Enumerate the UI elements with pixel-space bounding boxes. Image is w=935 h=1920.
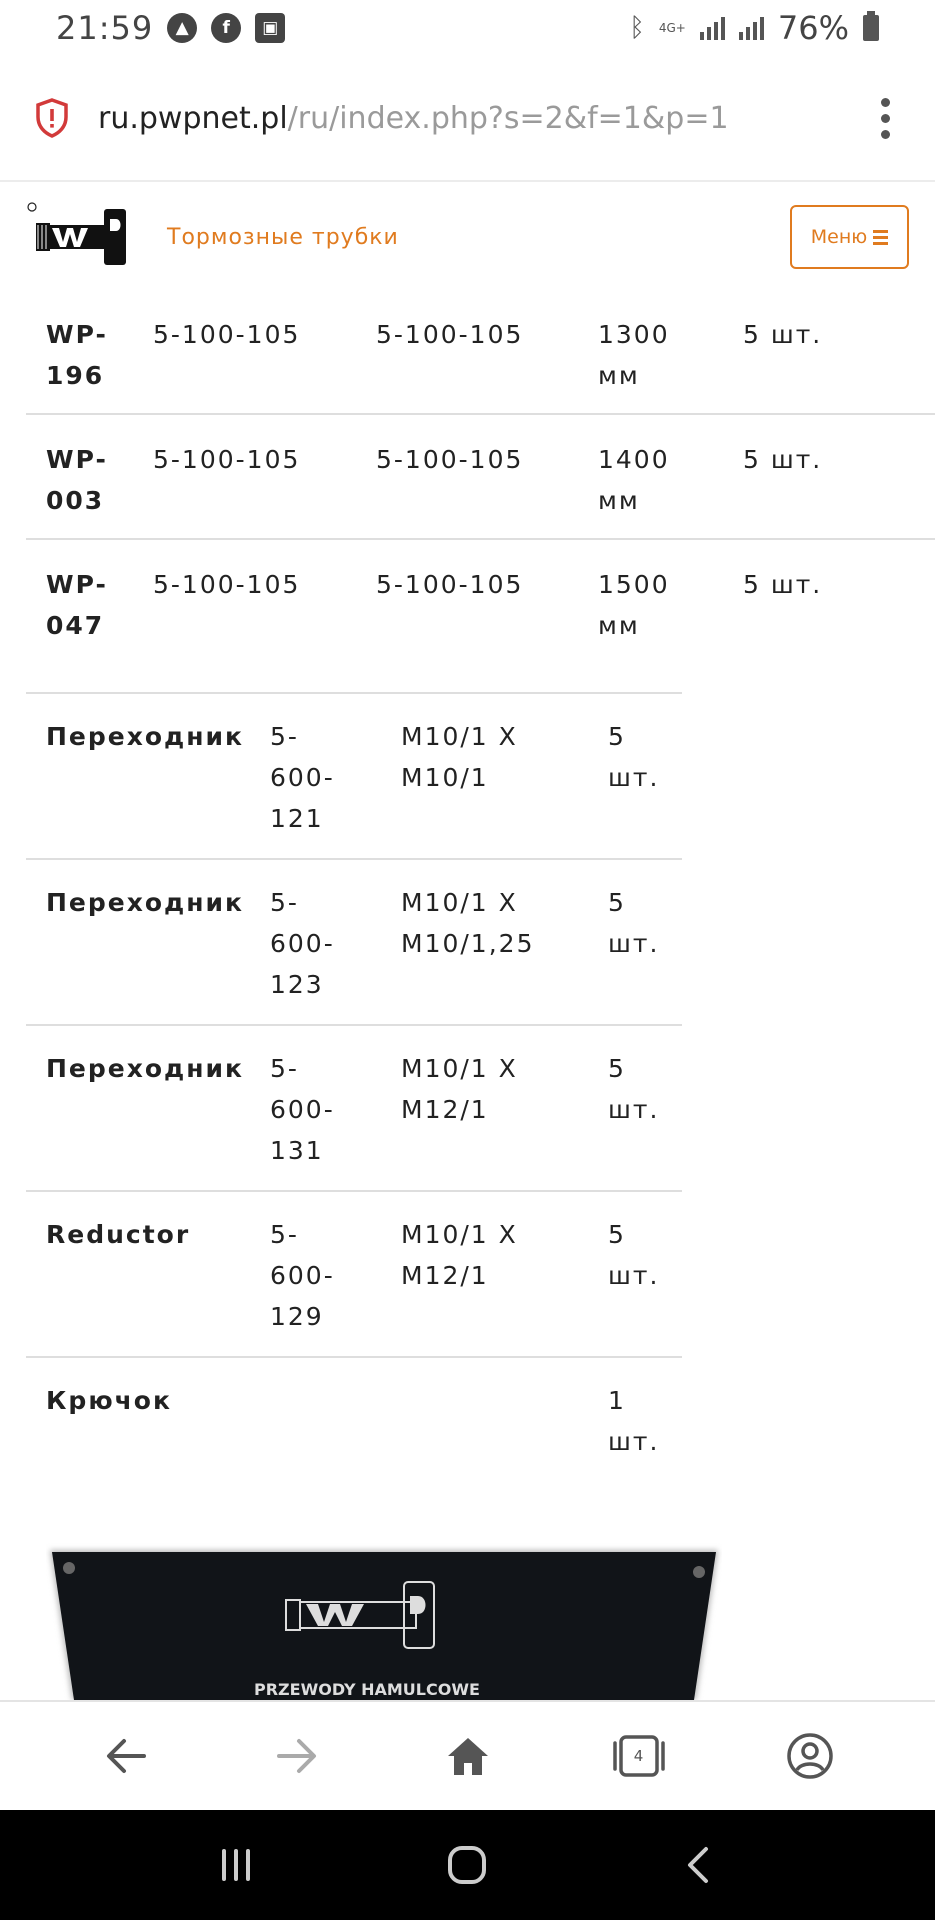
battery-percent: 76%	[777, 9, 849, 47]
adapter-table: Переходник 5- 600- 121 M10/1 X M10/1 5 ш…	[26, 692, 682, 1496]
tabs-icon[interactable]: 4	[604, 1721, 674, 1791]
quantity: 1 шт.	[608, 1386, 660, 1456]
length: 1400 мм	[598, 445, 670, 515]
item-name: Переходник	[46, 888, 244, 917]
part-number-2: 5-100-105	[376, 570, 524, 599]
more-options-icon[interactable]	[865, 88, 905, 148]
system-back-icon[interactable]	[664, 1830, 734, 1900]
address-bar[interactable]: ru.pwpnet.pl/ru/index.php?s=2&f=1&p=1	[0, 56, 935, 182]
wp-logo[interactable]	[26, 197, 141, 277]
item-name: Переходник	[46, 722, 244, 751]
quantity: 5 шт.	[743, 445, 823, 474]
home-icon[interactable]	[433, 1721, 503, 1791]
url-text[interactable]: ru.pwpnet.pl/ru/index.php?s=2&f=1&p=1	[98, 101, 865, 136]
bluetooth-icon: ᛒ	[629, 13, 645, 43]
site-title: Тормозные трубки	[167, 224, 399, 250]
signal-icon-2	[738, 16, 764, 40]
table-row: Reductor 5- 600- 129 M10/1 X M12/1 5 шт.	[26, 1190, 682, 1356]
thread-spec: M10/1 X M10/1	[401, 722, 518, 792]
part-number-2: 5-100-105	[376, 320, 524, 349]
back-icon[interactable]	[91, 1721, 161, 1791]
quantity: 5 шт.	[608, 888, 660, 958]
item-name: Reductor	[46, 1220, 191, 1249]
quantity: 5 шт.	[608, 722, 660, 792]
signal-icon	[699, 16, 725, 40]
clock: 21:59	[56, 9, 154, 47]
maps-icon: ▲	[167, 13, 198, 43]
browser-toolbar: 4	[0, 1700, 935, 1810]
table-row: Крючок 1 шт.	[26, 1356, 682, 1496]
product-code: WP- 047	[46, 570, 108, 640]
thread-spec: M10/1 X M10/1,25	[401, 888, 535, 958]
tab-count: 4	[633, 1747, 644, 1765]
url-path: /ru/index.php?s=2&f=1&p=1	[287, 100, 729, 136]
status-left: 21:59 ▲ f ▣	[56, 9, 286, 47]
quantity: 5 шт.	[608, 1220, 660, 1290]
part-number: 5-100-105	[153, 320, 301, 349]
item-code: 5- 600- 129	[270, 1220, 335, 1331]
length: 1500 мм	[598, 570, 670, 640]
menu-button-label: Меню	[810, 226, 868, 248]
quantity: 5 шт.	[743, 570, 823, 599]
table-row: Переходник 5- 600- 121 M10/1 X M10/1 5 ш…	[26, 692, 682, 858]
product-photo: PRZEWODY HAMULCOWE	[46, 1530, 722, 1700]
photo-caption: PRZEWODY HAMULCOWE	[254, 1680, 480, 1699]
menu-button[interactable]: Меню	[790, 205, 909, 269]
pipe-table: WP- 196 5-100-105 5-100-105 1300 мм 5 шт…	[26, 290, 935, 690]
gallery-icon: ▣	[255, 13, 286, 43]
url-host: ru.pwpnet.pl	[98, 100, 288, 136]
part-number-2: 5-100-105	[376, 445, 524, 474]
screen: 21:59 ▲ f ▣ ᛒ 4G+ 76% ru.pwpnet.pl/ru/in…	[0, 0, 935, 1920]
site-header: Тормозные трубки Меню	[0, 184, 935, 290]
length: 1300 мм	[598, 320, 670, 390]
quantity: 5 шт.	[743, 320, 823, 349]
quantity: 5 шт.	[608, 1054, 660, 1124]
product-code: WP- 196	[46, 320, 108, 390]
table-row: WP- 196 5-100-105 5-100-105 1300 мм 5 шт…	[26, 290, 935, 415]
table-row: Переходник 5- 600- 123 M10/1 X M10/1,25 …	[26, 858, 682, 1024]
table-row: Переходник 5- 600- 131 M10/1 X M12/1 5 ш…	[26, 1024, 682, 1190]
product-code: WP- 003	[46, 445, 108, 515]
home-button-icon[interactable]	[432, 1830, 502, 1900]
status-right: ᛒ 4G+ 76%	[629, 9, 879, 47]
item-code: 5- 600- 121	[270, 722, 335, 833]
facebook-icon: f	[211, 13, 242, 43]
security-warning-icon[interactable]	[30, 96, 74, 140]
table-row: WP- 047 5-100-105 5-100-105 1500 мм 5 шт…	[26, 540, 935, 690]
part-number: 5-100-105	[153, 445, 301, 474]
item-code: 5- 600- 131	[270, 1054, 335, 1165]
item-name: Крючок	[46, 1386, 172, 1415]
status-bar: 21:59 ▲ f ▣ ᛒ 4G+ 76%	[0, 0, 935, 56]
hamburger-icon	[873, 229, 889, 245]
item-code: 5- 600- 123	[270, 888, 335, 999]
recent-apps-icon[interactable]	[201, 1830, 271, 1900]
battery-icon	[863, 11, 879, 41]
thread-spec: M10/1 X M12/1	[401, 1220, 518, 1290]
forward-icon[interactable]	[262, 1721, 332, 1791]
table-row: WP- 003 5-100-105 5-100-105 1400 мм 5 шт…	[26, 415, 935, 540]
part-number: 5-100-105	[153, 570, 301, 599]
network-type: 4G+	[658, 21, 686, 35]
thread-spec: M10/1 X M12/1	[401, 1054, 518, 1124]
item-name: Переходник	[46, 1054, 244, 1083]
system-nav-bar	[0, 1810, 935, 1920]
account-icon[interactable]	[775, 1721, 845, 1791]
